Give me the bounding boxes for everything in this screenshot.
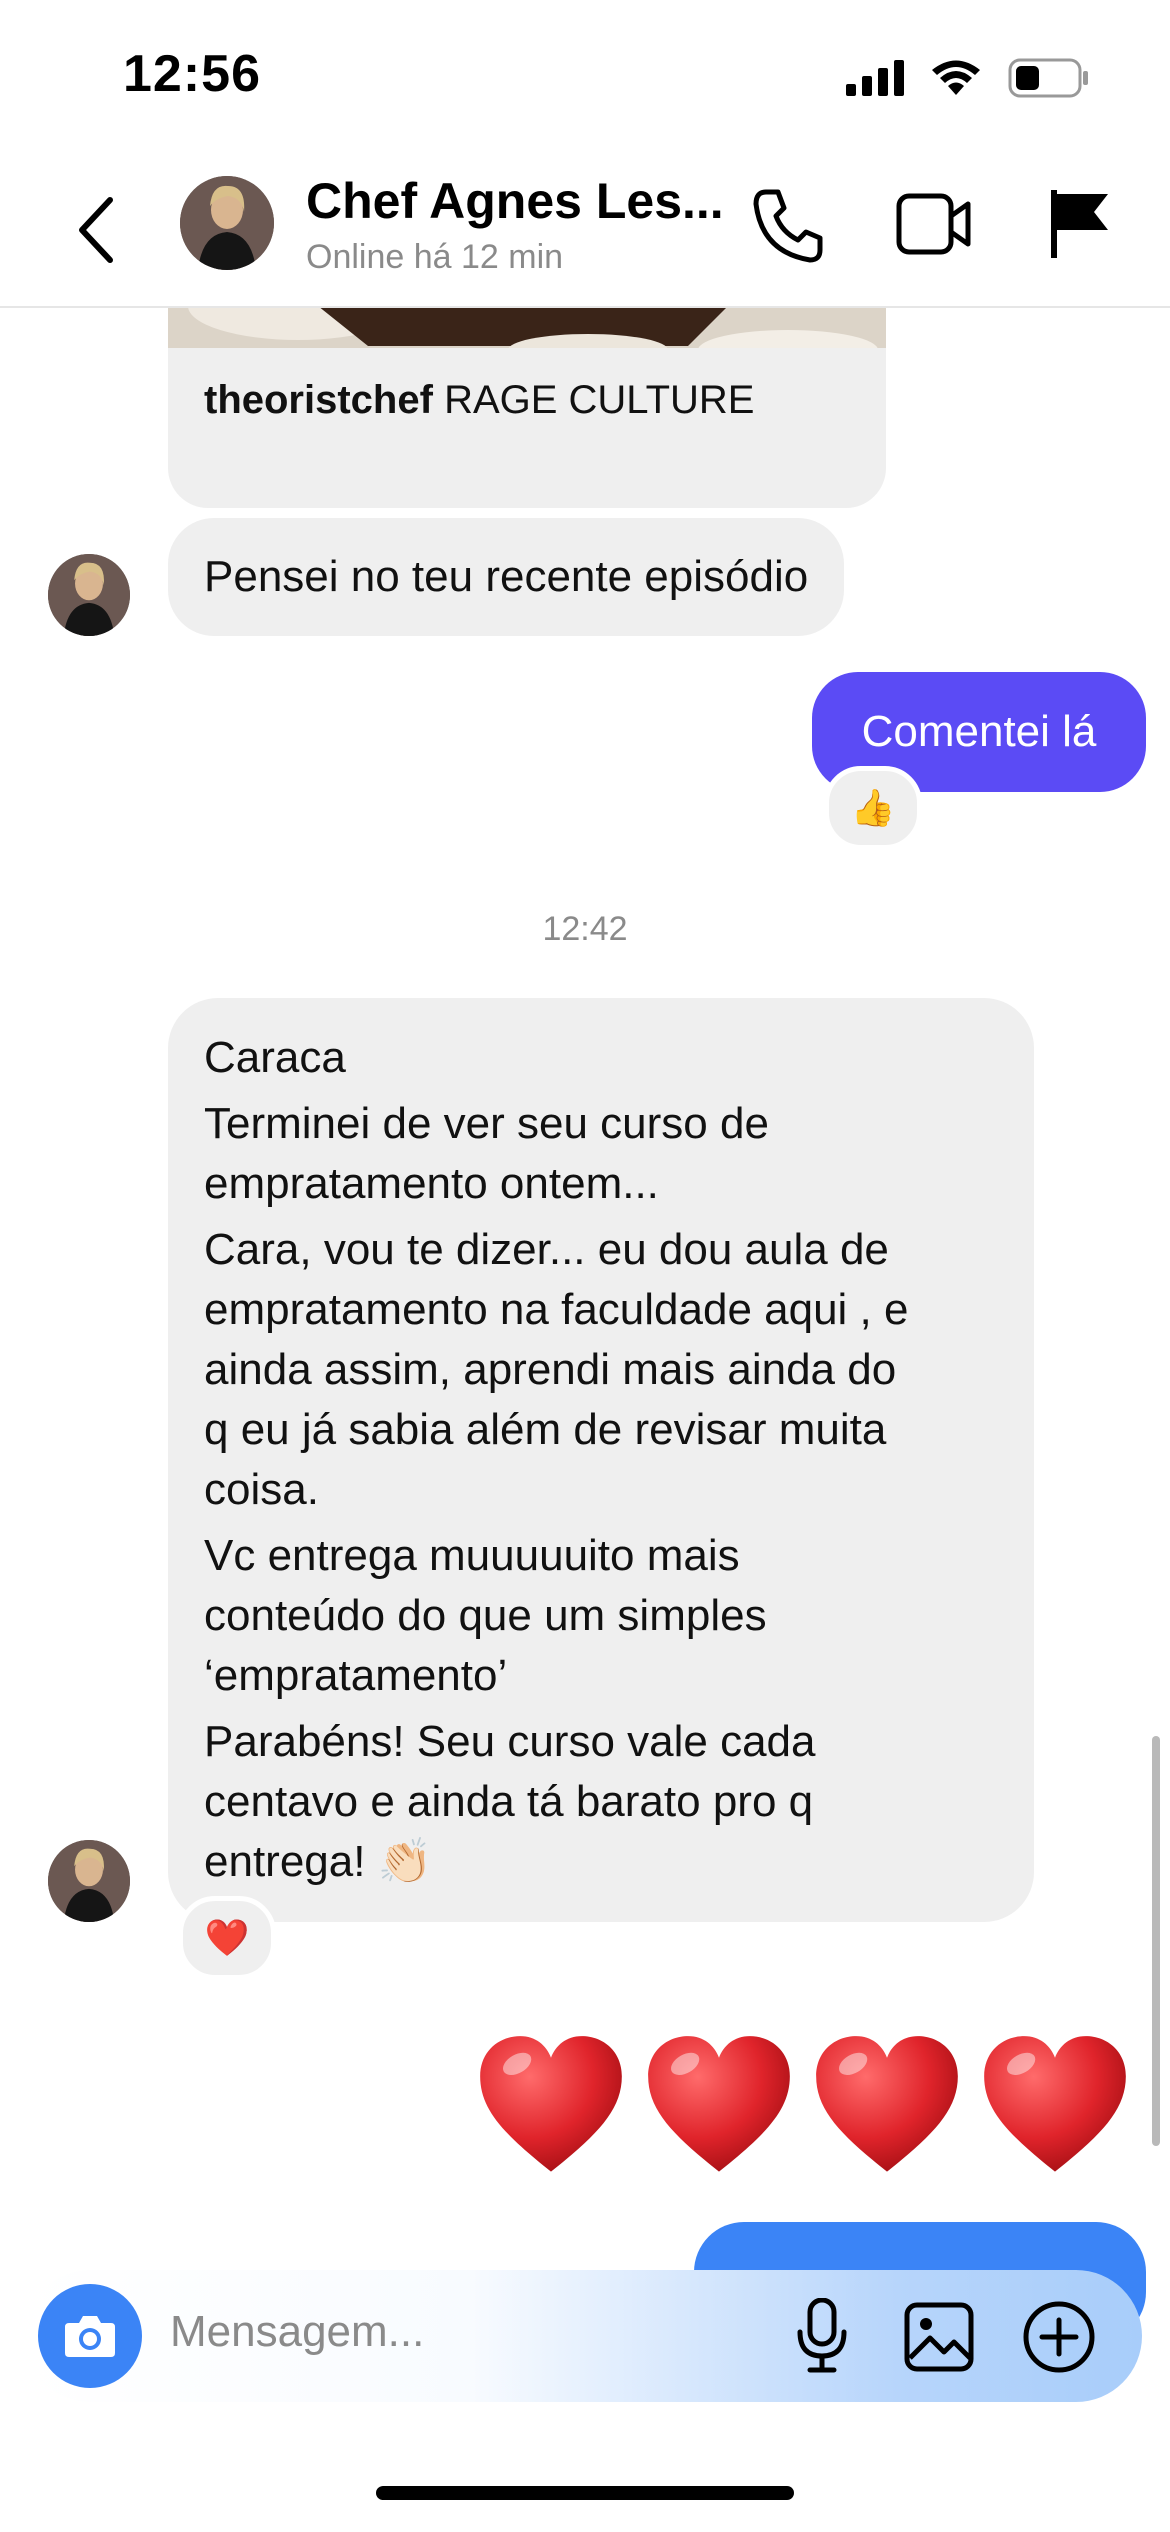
phone-icon[interactable] xyxy=(752,186,824,264)
plus-circle-icon[interactable] xyxy=(1022,2300,1096,2374)
reaction-emoji: ❤️ xyxy=(204,1917,250,1958)
incoming-message-text: Pensei no teu recente episódio xyxy=(204,552,809,601)
heart-reaction[interactable]: ❤️ xyxy=(178,1896,276,1980)
chat-timestamp: 12:42 xyxy=(542,910,628,948)
contact-name[interactable]: Chef Agnes Les... xyxy=(306,172,724,230)
chat-header: Chef Agnes Les... Online há 12 min xyxy=(0,150,1170,308)
gallery-image-icon[interactable] xyxy=(904,2302,974,2372)
status-bar: 12:56 xyxy=(0,0,1170,150)
camera-button[interactable] xyxy=(38,2284,142,2388)
message-paragraph: Terminei de ver seu curso de empratament… xyxy=(204,1099,769,1208)
message-paragraph: Cara, vou te dizer... eu dou aula de emp… xyxy=(204,1225,909,1514)
video-camera-icon[interactable] xyxy=(896,190,972,258)
message-input[interactable] xyxy=(168,2306,772,2358)
shared-post-card[interactable]: theoristchef RAGE CULTURE xyxy=(168,306,886,508)
heart-icon xyxy=(984,2036,1126,2172)
shared-post-image xyxy=(168,306,886,370)
contact-avatar-small[interactable] xyxy=(48,554,130,636)
wifi-icon xyxy=(932,60,980,95)
back-chevron-icon[interactable] xyxy=(70,190,120,270)
status-time: 12:56 xyxy=(123,45,261,103)
incoming-long-message-bubble[interactable]: Caraca Terminei de ver seu curso de empr… xyxy=(168,998,1034,1922)
outgoing-hearts-message[interactable] xyxy=(474,2030,1132,2184)
reaction-emoji: 👍 xyxy=(850,787,896,828)
message-paragraph: Caraca xyxy=(204,1033,346,1082)
contact-status: Online há 12 min xyxy=(306,238,564,276)
flag-icon[interactable] xyxy=(1048,188,1112,260)
microphone-icon[interactable] xyxy=(794,2298,850,2374)
heart-icon xyxy=(816,2036,958,2172)
message-paragraph: Vc entrega muuuuuito mais conteúdo do qu… xyxy=(204,1531,767,1700)
camera-icon xyxy=(65,2316,115,2357)
heart-icon xyxy=(480,2036,622,2172)
incoming-message-bubble[interactable]: Pensei no teu recente episódio xyxy=(168,518,845,636)
home-indicator xyxy=(376,2486,794,2500)
thumbs-up-reaction[interactable]: 👍 xyxy=(824,766,922,850)
contact-avatar-small[interactable] xyxy=(48,1840,130,1922)
message-paragraph: Parabéns! Seu curso vale cada centavo e … xyxy=(204,1717,816,1886)
status-icons xyxy=(846,58,1090,98)
message-composer xyxy=(24,2270,1142,2402)
shared-post-username[interactable]: theoristchef xyxy=(204,378,433,422)
scrollbar[interactable] xyxy=(1152,1736,1160,2146)
battery-icon xyxy=(1008,58,1088,98)
outgoing-message-text: Comentei lá xyxy=(861,707,1097,756)
contact-avatar[interactable] xyxy=(180,176,274,270)
signal-icon xyxy=(846,60,904,96)
heart-icon xyxy=(648,2036,790,2172)
shared-post-caption: RAGE CULTURE xyxy=(444,378,755,422)
